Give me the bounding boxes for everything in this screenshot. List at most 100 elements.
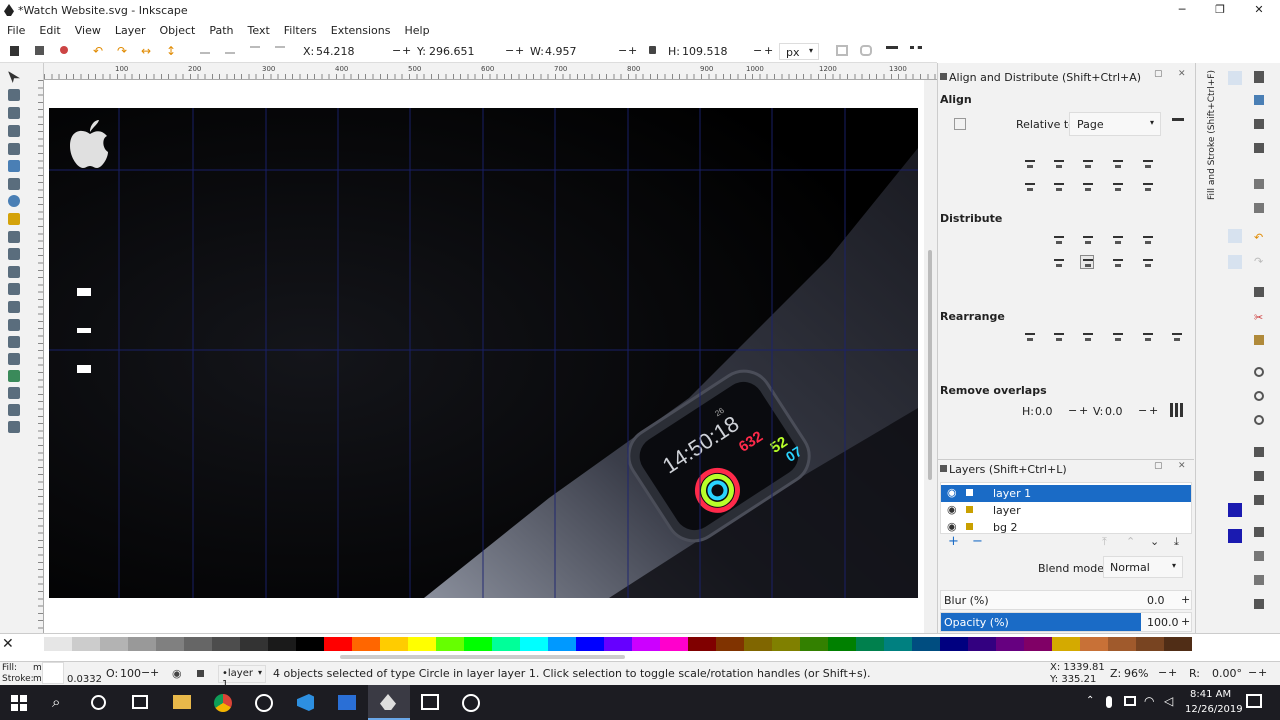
menu-help[interactable]: Help: [397, 24, 436, 37]
color-swatch[interactable]: [1052, 637, 1080, 651]
clock-date[interactable]: 12/26/2019: [1185, 704, 1243, 715]
distribute-bottom-icon[interactable]: [1110, 255, 1124, 269]
file-explorer-icon[interactable]: [173, 695, 191, 709]
flip-horizontal-icon[interactable]: ↔: [141, 44, 151, 58]
color-swatch[interactable]: [772, 637, 800, 651]
align-top-edges-icon[interactable]: [1051, 179, 1065, 193]
opacity-slider[interactable]: Opacity (%) 100.0 +: [940, 612, 1192, 632]
new-doc-icon[interactable]: [1254, 71, 1264, 83]
w-decrement-button[interactable]: −: [618, 44, 627, 57]
scrollbar-thumb[interactable]: [928, 250, 932, 480]
select-in-all-layers-icon[interactable]: [35, 46, 44, 55]
undo-icon[interactable]: ↶: [1254, 231, 1263, 244]
rotation-decrement[interactable]: −: [1248, 666, 1257, 679]
color-swatch[interactable]: [856, 637, 884, 651]
panel-close-icon[interactable]: ✕: [1178, 69, 1186, 79]
align-bottom-to-top-icon[interactable]: [1022, 179, 1036, 193]
overlap-v-increment[interactable]: +: [1149, 404, 1158, 417]
lock-ratio-icon[interactable]: [649, 46, 656, 54]
overlap-v-field[interactable]: 0.0: [1105, 405, 1123, 418]
overlap-h-decrement[interactable]: −: [1068, 404, 1077, 417]
vertical-ruler[interactable]: [30, 80, 44, 633]
color-swatch[interactable]: [16, 637, 44, 651]
visibility-icon[interactable]: ◉: [947, 486, 957, 499]
deselect-icon[interactable]: [60, 46, 68, 54]
zoom-selection-icon[interactable]: [1254, 367, 1264, 377]
color-swatch[interactable]: [884, 637, 912, 651]
w-increment-button[interactable]: +: [628, 44, 637, 57]
overlap-h-field[interactable]: 0.0: [1035, 405, 1053, 418]
overlap-v-decrement[interactable]: −: [1138, 404, 1147, 417]
battery-icon[interactable]: [1124, 696, 1136, 706]
page-artboard[interactable]: 14:50:18 632 52 07 26: [49, 108, 918, 598]
text-font-icon[interactable]: [1254, 575, 1264, 585]
color-swatch[interactable]: [184, 637, 212, 651]
unit-select[interactable]: px ▾: [779, 43, 819, 60]
distribute-gaps-v-icon[interactable]: [1140, 255, 1154, 269]
opacity-decrement[interactable]: −: [141, 666, 150, 679]
clock-time[interactable]: 8:41 AM: [1190, 689, 1231, 700]
color-swatch[interactable]: [660, 637, 688, 651]
stroke-value[interactable]: m: [33, 674, 42, 684]
copy-icon[interactable]: [1254, 287, 1264, 297]
fill-value[interactable]: m: [33, 663, 42, 673]
distribute-top-icon[interactable]: [1051, 255, 1065, 269]
fill-stroke-tab[interactable]: Fill and Stroke (Shift+Ctrl+F): [1200, 63, 1218, 213]
color-swatch[interactable]: [604, 637, 632, 651]
color-swatch[interactable]: [744, 637, 772, 651]
color-swatch[interactable]: [212, 637, 240, 651]
search-icon[interactable]: ⌕: [52, 693, 72, 713]
zoom-increment[interactable]: +: [1168, 666, 1177, 679]
color-swatch[interactable]: [1080, 637, 1108, 651]
menu-layer[interactable]: Layer: [108, 24, 153, 37]
color-swatch[interactable]: [156, 637, 184, 651]
connector-tool-icon[interactable]: [8, 421, 20, 433]
color-swatch[interactable]: [968, 637, 996, 651]
distribute-right-icon[interactable]: [1110, 232, 1124, 246]
y-increment-button[interactable]: +: [515, 44, 524, 57]
cortana-icon[interactable]: [91, 695, 106, 710]
w-field[interactable]: 4.957: [545, 45, 577, 61]
center-horizontal-axis-icon[interactable]: [1080, 179, 1094, 193]
palette-scrollbar[interactable]: [340, 655, 625, 659]
zoom-field[interactable]: 96%: [1124, 667, 1148, 680]
color-swatch[interactable]: [520, 637, 548, 651]
visibility-icon[interactable]: ◉: [947, 520, 957, 533]
color-swatch[interactable]: [912, 637, 940, 651]
remove-overlaps-icon[interactable]: [1170, 403, 1184, 417]
y-decrement-button[interactable]: −: [505, 44, 514, 57]
3d-box-tool-icon[interactable]: [8, 178, 20, 190]
rotate-cw-icon[interactable]: ↷: [117, 44, 127, 58]
paint-bucket-tool-icon[interactable]: [8, 353, 20, 365]
snap-nodes-icon[interactable]: [1228, 503, 1242, 517]
layer-name[interactable]: bg 2: [993, 521, 1017, 533]
mesh-tool-icon[interactable]: [8, 387, 20, 399]
unclump-icon[interactable]: [1169, 329, 1183, 343]
color-swatch[interactable]: [352, 637, 380, 651]
menu-edit[interactable]: Edit: [32, 24, 67, 37]
obs-icon[interactable]: [462, 694, 480, 712]
eraser-tool-icon[interactable]: [8, 336, 20, 348]
lock-icon[interactable]: [966, 506, 973, 513]
opacity-increment[interactable]: +: [150, 666, 159, 679]
distribute-left-icon[interactable]: [1051, 232, 1065, 246]
color-swatch[interactable]: [828, 637, 856, 651]
h-field[interactable]: 109.518: [682, 45, 728, 61]
minimize-button[interactable]: ─: [1163, 0, 1201, 20]
ungroup-icon[interactable]: [1254, 551, 1264, 561]
snap-guides-icon[interactable]: [1228, 529, 1242, 543]
h-increment-button[interactable]: +: [764, 44, 773, 57]
horizontal-ruler[interactable]: 100 200 300 400 500 600 700 800 900 1000…: [44, 63, 937, 80]
notifications-icon[interactable]: [1246, 694, 1262, 708]
blur-increment[interactable]: +: [1181, 593, 1190, 606]
layer-row[interactable]: ◉ bg 2: [941, 519, 1191, 533]
add-layer-button[interactable]: +: [948, 534, 959, 549]
zoom-decrement[interactable]: −: [1158, 666, 1167, 679]
measure-tool-icon[interactable]: [8, 143, 20, 155]
snap-toggle-icon[interactable]: [1228, 71, 1242, 85]
color-swatch[interactable]: [296, 637, 324, 651]
raise-icon[interactable]: [250, 46, 260, 54]
stroke-width[interactable]: 0.0332: [67, 674, 102, 685]
spiral-tool-icon[interactable]: [8, 231, 20, 243]
menu-text[interactable]: Text: [241, 24, 277, 37]
